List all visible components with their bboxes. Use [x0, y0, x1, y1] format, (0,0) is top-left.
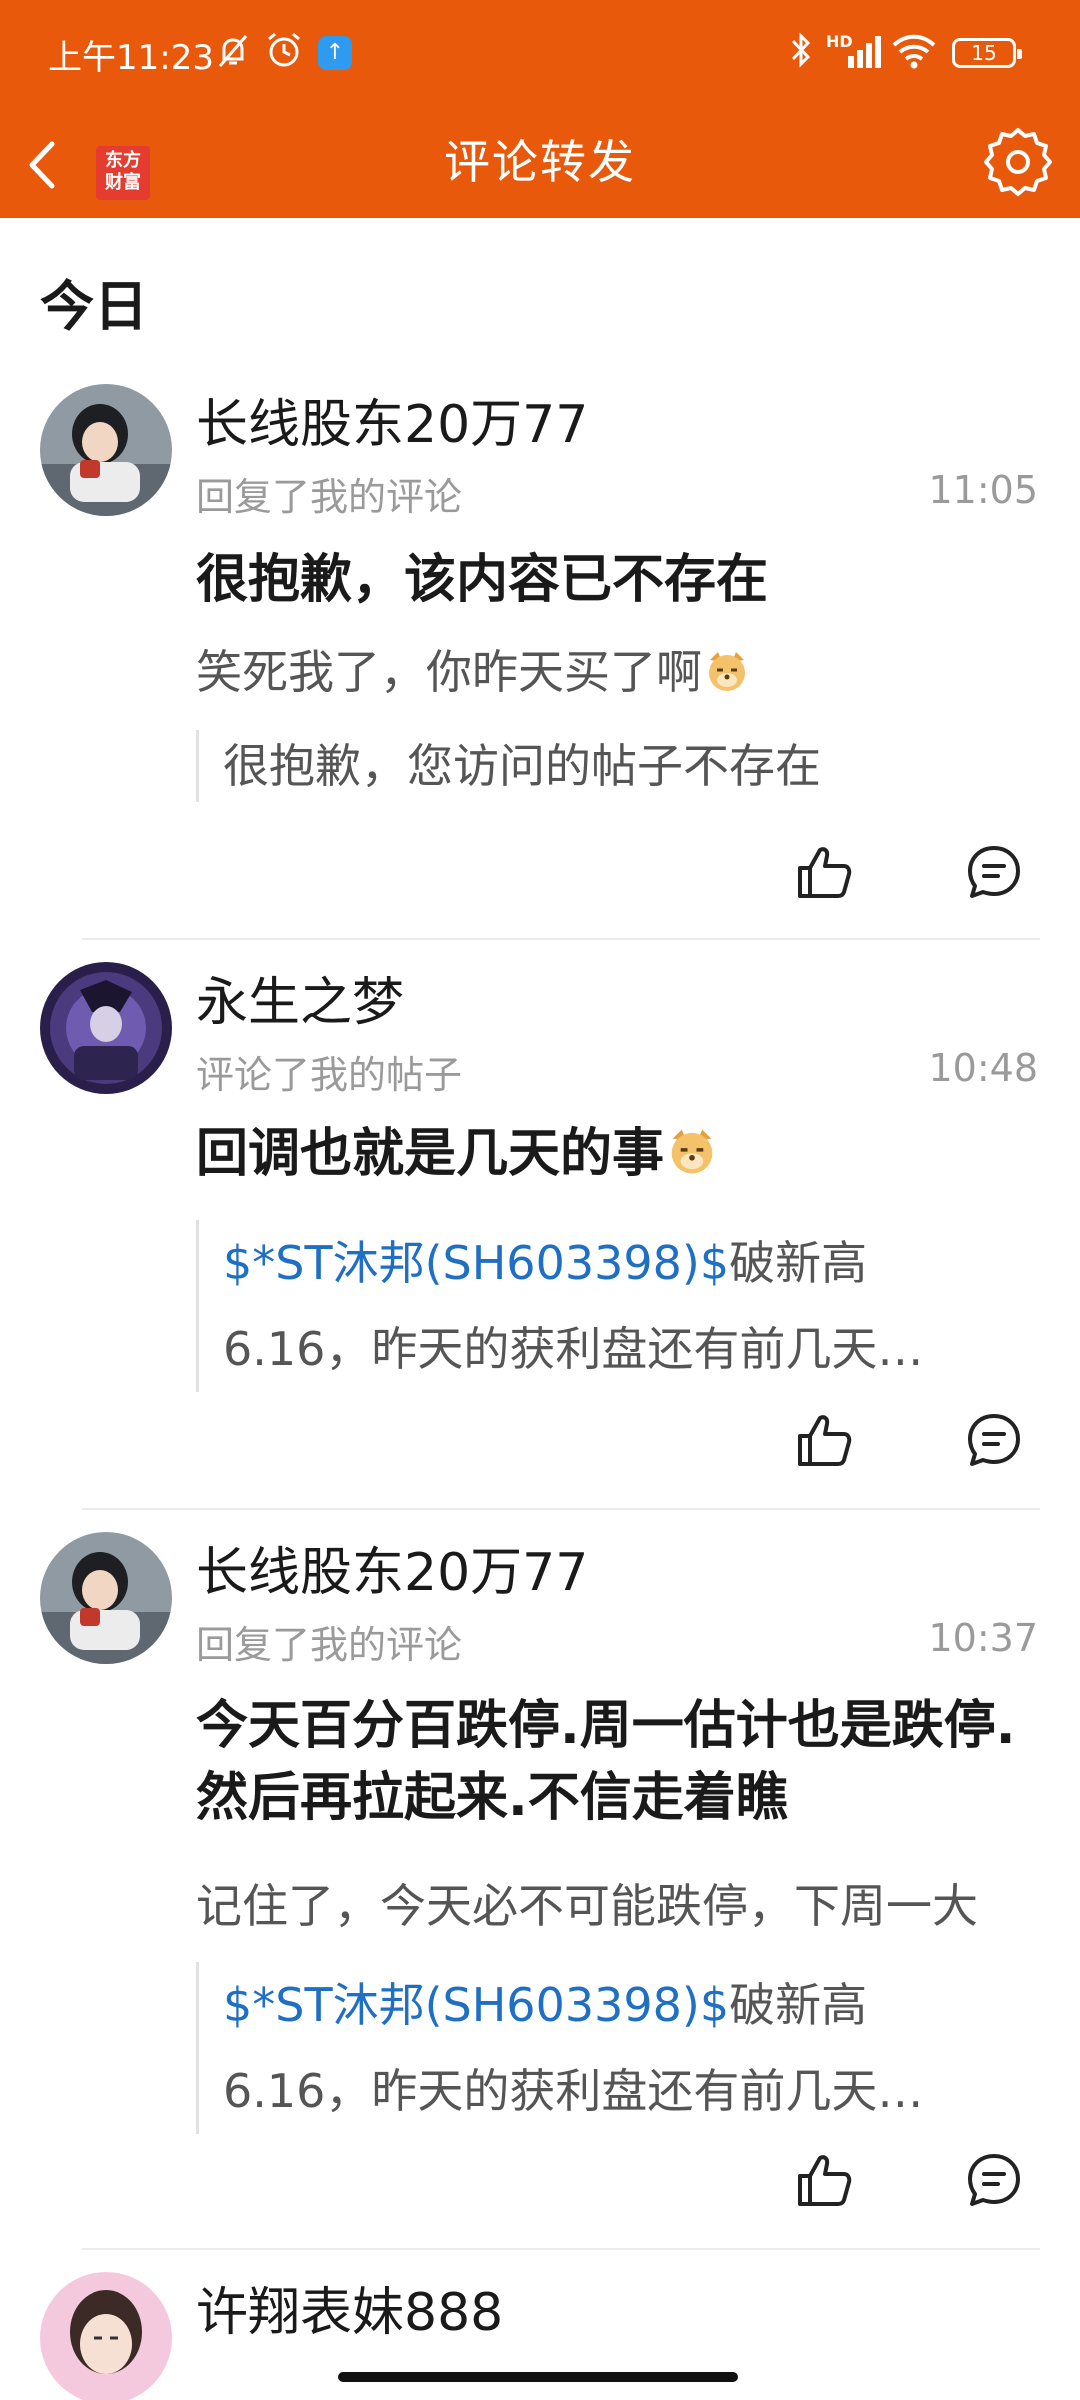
- reply-text: 很抱歉，该内容已不存在: [196, 550, 769, 610]
- thumbs-up-icon: [798, 2155, 852, 2206]
- quoted-post[interactable]: $*ST沐邦(SH603398)$破新高 6.16，昨天的获利盘还有前几天…: [196, 1962, 1042, 2134]
- quoted-post[interactable]: $*ST沐邦(SH603398)$破新高 6.16，昨天的获利盘还有前几天…: [196, 1220, 1042, 1392]
- avatar[interactable]: [40, 962, 172, 1094]
- status-time: 上午11:23: [48, 38, 214, 78]
- thumbs-up-icon: [798, 1415, 852, 1466]
- status-bar: 上午11:23 ↑ HD 15: [0, 0, 1080, 110]
- battery-indicator: 15: [952, 38, 1022, 68]
- like-button[interactable]: [792, 840, 856, 904]
- upload-notification-icon: ↑: [318, 36, 352, 70]
- quoted-post[interactable]: 很抱歉，您访问的帖子不存在: [196, 730, 1042, 802]
- username[interactable]: 长线股东20万77: [196, 1530, 588, 1605]
- divider: [82, 1508, 1040, 1510]
- avatar[interactable]: [40, 2272, 172, 2400]
- avatar[interactable]: [40, 1532, 172, 1664]
- action-text: 回复了我的评论: [196, 475, 463, 519]
- timestamp: 11:05: [928, 468, 1038, 512]
- thumbs-up-icon: [798, 847, 852, 898]
- username[interactable]: 许翔表妹888: [196, 2272, 503, 2345]
- timestamp: 10:37: [928, 1616, 1038, 1660]
- section-title-today: 今日: [40, 275, 148, 338]
- reply-button[interactable]: [962, 2148, 1026, 2212]
- bluetooth-icon: [791, 32, 811, 68]
- reply-text: 回调也就是几天的事: [196, 1118, 1042, 1190]
- top-bar: 上午11:23 ↑ HD 15 东方 财富 评论转发: [0, 0, 1080, 218]
- reply-button[interactable]: [962, 1408, 1026, 1472]
- gear-icon: [984, 128, 1052, 196]
- comment-bubble-icon: [968, 846, 1020, 898]
- divider: [82, 2248, 1040, 2250]
- wifi-icon: [892, 34, 936, 69]
- reply-text: 今天百分百跌停.周一估计也是跌停.然后再拉起来.不信走着瞧: [196, 1696, 1016, 1828]
- settings-button[interactable]: [978, 122, 1058, 202]
- my-comment[interactable]: 记住了，今天必不可能跌停，下周一大: [196, 1870, 1042, 1936]
- like-button[interactable]: [792, 2148, 856, 2212]
- doge-emoji-icon: [671, 1129, 713, 1174]
- my-comment[interactable]: 笑死我了，你昨天买了啊: [196, 636, 1042, 702]
- divider: [82, 938, 1040, 940]
- comment-bubble-icon: [968, 2154, 1020, 2206]
- alarm-icon: [268, 32, 300, 67]
- username[interactable]: 永生之梦: [196, 960, 404, 1035]
- stock-link[interactable]: $*ST沐邦(SH603398)$: [223, 1236, 729, 1290]
- cellular-signal-icon: [848, 36, 881, 68]
- action-text: 回复了我的评论: [196, 1623, 463, 1667]
- doge-emoji-icon: [709, 652, 745, 691]
- mute-bell-icon: [218, 35, 248, 67]
- timestamp: 10:48: [928, 1046, 1038, 1090]
- stock-link[interactable]: $*ST沐邦(SH603398)$: [223, 1978, 729, 2032]
- home-indicator[interactable]: [338, 2372, 738, 2382]
- reply-button[interactable]: [962, 840, 1026, 904]
- action-text: 评论了我的帖子: [196, 1053, 463, 1097]
- nav-bar: 东方 财富 评论转发: [0, 110, 1080, 218]
- page-title: 评论转发: [444, 135, 636, 189]
- like-button[interactable]: [792, 1408, 856, 1472]
- avatar[interactable]: [40, 384, 172, 516]
- comment-bubble-icon: [968, 1414, 1020, 1466]
- username[interactable]: 长线股东20万77: [196, 382, 588, 457]
